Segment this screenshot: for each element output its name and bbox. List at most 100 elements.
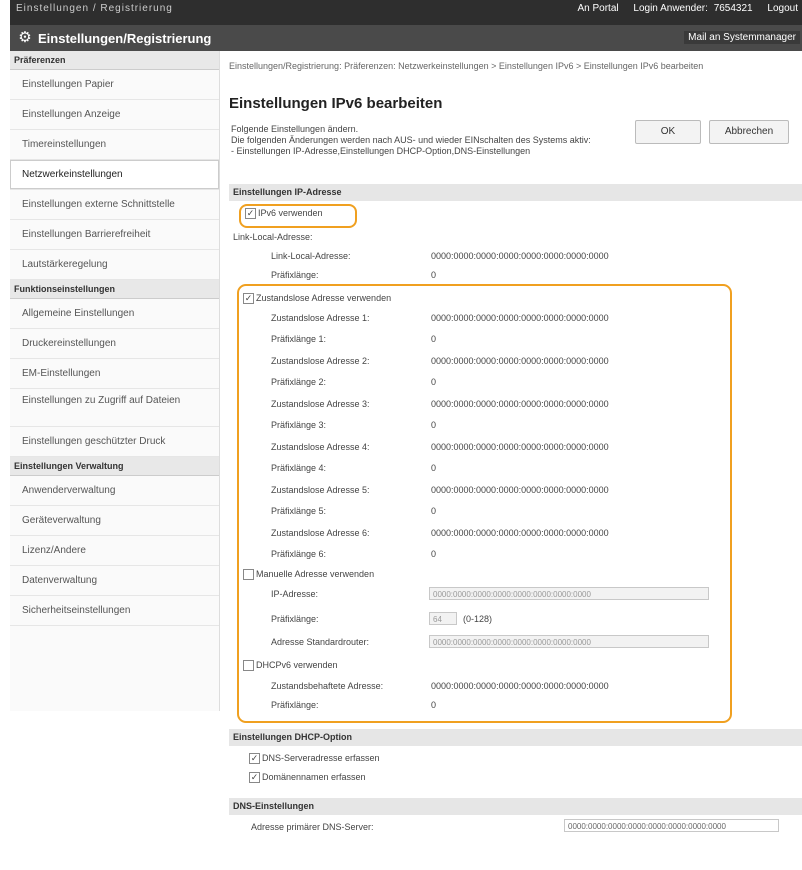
app-title: Einstellungen/Registrierung [38,31,212,46]
stateful-prefix-label: Präfixlänge: [271,700,319,710]
ok-button[interactable]: OK [635,120,701,144]
manual-use-row: Manuelle Adresse verwenden [243,569,375,581]
sidebar-item-drucker[interactable]: Druckereinstellungen [10,329,219,359]
sidebar-item-barrierefreiheit[interactable]: Einstellungen Barrierefreiheit [10,220,219,250]
stateful-label: Zustandsbehaftete Adresse: [271,681,384,691]
stateless-prefix-label: Präfixlänge 6: [271,549,327,559]
login-user-label: Login Anwender: [633,3,708,14]
stateless-prefix-label: Präfixlänge 4: [271,463,327,473]
stateless-prefix-value: 0 [431,463,437,473]
sidebar-section-verwaltung: Einstellungen Verwaltung [10,457,219,476]
stateless-address-label: Zustandslose Adresse 4: [271,442,370,452]
stateless-address-value: 0000:0000:0000:0000:0000:0000:0000:0000 [431,442,609,452]
sidebar-item-dateizugriff[interactable]: Einstellungen zu Zugriff auf Dateien [10,389,219,427]
stateless-prefix-value: 0 [431,420,437,430]
breadcrumb: Einstellungen/Registrierung: Präferenzen… [229,61,704,71]
user-id: 7654321 [713,3,753,14]
stateless-use-label: Zustandslose Adresse verwenden [256,293,392,303]
page-title: Einstellungen IPv6 bearbeiten [229,95,443,112]
top-bar-right: An Portal Login Anwender: 7654321 Logout [565,3,798,14]
app-header: ⚙ Einstellungen/Registrierung Mail an Sy… [10,25,802,51]
stateless-prefix-label: Präfixlänge 5: [271,506,327,516]
stateless-address-value: 0000:0000:0000:0000:0000:0000:0000:0000 [431,356,609,366]
sidebar-section-funktion: Funktionseinstellungen [10,280,219,299]
sidebar-item-lizenz[interactable]: Lizenz/Andere [10,536,219,566]
logout-link[interactable]: Logout [767,3,798,14]
sidebar-item-timer[interactable]: Timereinstellungen [10,130,219,160]
portal-link[interactable]: An Portal [577,3,618,14]
router-input[interactable]: 0000:0000:0000:0000:0000:0000:0000:0000 [429,635,709,648]
sidebar-item-lautstaerke[interactable]: Lautstärkeregelung [10,250,219,280]
sidebar-item-papier[interactable]: Einstellungen Papier [10,70,219,100]
highlight-address-group [237,284,732,723]
top-bar-left-text: Einstellungen / Registrierung [16,3,173,14]
sidebar: Präferenzen Einstellungen Papier Einstel… [10,51,220,711]
sidebar-item-sicherheit[interactable]: Sicherheitseinstellungen [10,596,219,626]
stateless-address-value: 0000:0000:0000:0000:0000:0000:0000:0000 [431,313,609,323]
domain-name-label: Domänennamen erfassen [262,772,366,782]
main-content: Einstellungen/Registrierung: Präferenzen… [219,51,802,870]
sidebar-item-geraet[interactable]: Geräteverwaltung [10,506,219,536]
stateful-prefix-value: 0 [431,700,437,710]
sidebar-item-daten[interactable]: Datenverwaltung [10,566,219,596]
desc-line-1: Folgende Einstellungen ändern. [231,124,359,134]
manual-prefix-range: (0-128) [463,614,493,624]
link-local-prefix-label: Präfixlänge: [271,270,319,280]
primary-dns-label: Adresse primärer DNS-Server: [251,822,374,832]
stateless-checkbox[interactable]: ✓ [243,293,254,305]
stateless-prefix-value: 0 [431,334,437,344]
stateful-value: 0000:0000:0000:0000:0000:0000:0000:0000 [431,681,609,691]
stateless-prefix-label: Präfixlänge 3: [271,420,327,430]
manual-use-label: Manuelle Adresse verwenden [256,569,375,579]
use-ipv6-label: IPv6 verwenden [258,208,323,218]
stateless-address-label: Zustandslose Adresse 1: [271,313,370,323]
settings-gear-icon: ⚙ [18,29,32,46]
page-description: Folgende Einstellungen ändern. Die folge… [231,124,631,157]
stateless-address-label: Zustandslose Adresse 5: [271,485,370,495]
section-dhcp-option: Einstellungen DHCP-Option [229,729,802,746]
cancel-button[interactable]: Abbrechen [709,120,789,144]
stateless-prefix-value: 0 [431,549,437,559]
link-local-label: Link-Local-Adresse: [271,251,351,261]
section-dns: DNS-Einstellungen [229,798,802,815]
dhcpv6-use-row: DHCPv6 verwenden [243,660,338,672]
sidebar-item-anzeige[interactable]: Einstellungen Anzeige [10,100,219,130]
link-local-value: 0000:0000:0000:0000:0000:0000:0000:0000 [431,251,609,261]
sidebar-item-netzwerk[interactable]: Netzwerkeinstellungen [10,160,219,190]
domain-name-checkbox[interactable]: ✓ [249,772,260,784]
stateless-prefix-value: 0 [431,506,437,516]
link-local-prefix-value: 0 [431,270,437,280]
desc-line-3: - Einstellungen IP-Adresse,Einstellungen… [231,146,531,156]
dhcpv6-use-label: DHCPv6 verwenden [256,660,338,670]
domain-name-row: ✓ Domänennamen erfassen [249,772,366,784]
stateless-prefix-label: Präfixlänge 2: [271,377,327,387]
sidebar-item-em[interactable]: EM-Einstellungen [10,359,219,389]
stateless-address-value: 0000:0000:0000:0000:0000:0000:0000:0000 [431,399,609,409]
stateless-prefix-label: Präfixlänge 1: [271,334,327,344]
sidebar-item-anwender[interactable]: Anwenderverwaltung [10,476,219,506]
stateless-address-label: Zustandslose Adresse 2: [271,356,370,366]
use-ipv6-checkbox[interactable]: ✓ [245,208,256,220]
dhcpv6-checkbox[interactable] [243,660,254,672]
stateless-address-label: Zustandslose Adresse 6: [271,528,370,538]
section-ip-address: Einstellungen IP-Adresse [229,184,802,201]
stateless-use-row: ✓ Zustandslose Adresse verwenden [243,293,392,305]
link-local-title: Link-Local-Adresse: [233,232,313,242]
primary-dns-input[interactable]: 0000:0000:0000:0000:0000:0000:0000:0000 [564,819,779,832]
router-label: Adresse Standardrouter: [271,637,370,647]
top-bar: Einstellungen / Registrierung An Portal … [10,0,802,25]
dns-server-row: ✓ DNS-Serveradresse erfassen [249,753,380,765]
manual-address-checkbox[interactable] [243,569,254,581]
use-ipv6-row: ✓ IPv6 verwenden [245,208,323,220]
mail-admin-button[interactable]: Mail an Systemmanager [684,31,800,44]
manual-prefix-input[interactable]: 64 [429,612,457,625]
manual-ip-input[interactable]: 0000:0000:0000:0000:0000:0000:0000:0000 [429,587,709,600]
sidebar-item-allgemein[interactable]: Allgemeine Einstellungen [10,299,219,329]
stateless-address-value: 0000:0000:0000:0000:0000:0000:0000:0000 [431,528,609,538]
dns-server-checkbox[interactable]: ✓ [249,753,260,765]
dns-server-label: DNS-Serveradresse erfassen [262,753,380,763]
desc-line-2: Die folgenden Änderungen werden nach AUS… [231,135,591,145]
sidebar-item-externe-schnittstelle[interactable]: Einstellungen externe Schnittstelle [10,190,219,220]
sidebar-item-geschuetzter-druck[interactable]: Einstellungen geschützter Druck [10,427,219,457]
stateless-address-value: 0000:0000:0000:0000:0000:0000:0000:0000 [431,485,609,495]
